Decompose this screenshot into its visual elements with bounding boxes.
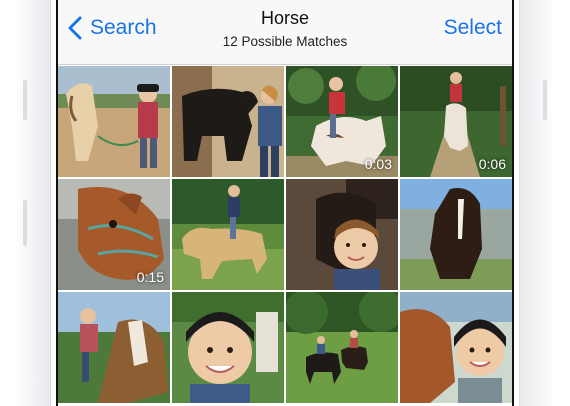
horse-photo: [58, 292, 170, 403]
photo-thumbnail[interactable]: [172, 292, 284, 403]
horse-photo: [172, 66, 284, 177]
horse-photo: [172, 179, 284, 290]
video-duration: 0:15: [136, 269, 164, 285]
photo-thumbnail[interactable]: [286, 292, 398, 403]
horse-photo: [286, 292, 398, 403]
side-button: [543, 80, 547, 120]
volume-up-button: [23, 80, 27, 120]
video-duration: 0:06: [478, 156, 506, 172]
volume-down-button: [23, 200, 27, 246]
photo-thumbnail[interactable]: [400, 292, 512, 403]
photo-thumbnail[interactable]: [400, 179, 512, 290]
photo-thumbnail[interactable]: [172, 66, 284, 177]
photo-thumbnail[interactable]: 0:06: [400, 66, 512, 177]
device-frame-right: [519, 0, 556, 406]
photo-thumbnail[interactable]: [286, 179, 398, 290]
phone-screen: Search Horse 12 Possible Matches Select: [56, 0, 514, 406]
horse-photo: [172, 292, 284, 403]
select-button[interactable]: Select: [444, 16, 502, 40]
photo-grid: 0:03 0:06 0:15: [58, 66, 512, 403]
horse-photo: [58, 66, 170, 177]
horse-photo: [400, 292, 512, 403]
photo-thumbnail[interactable]: [58, 292, 170, 403]
photo-thumbnail[interactable]: [172, 179, 284, 290]
photo-thumbnail[interactable]: 0:03: [286, 66, 398, 177]
video-duration: 0:03: [364, 156, 392, 172]
navigation-bar: Search Horse 12 Possible Matches Select: [58, 0, 512, 65]
photo-thumbnail[interactable]: 0:15: [58, 179, 170, 290]
horse-photo: [286, 179, 398, 290]
photo-thumbnail[interactable]: [58, 66, 170, 177]
horse-photo: [400, 179, 512, 290]
device-frame-left: [14, 0, 51, 406]
